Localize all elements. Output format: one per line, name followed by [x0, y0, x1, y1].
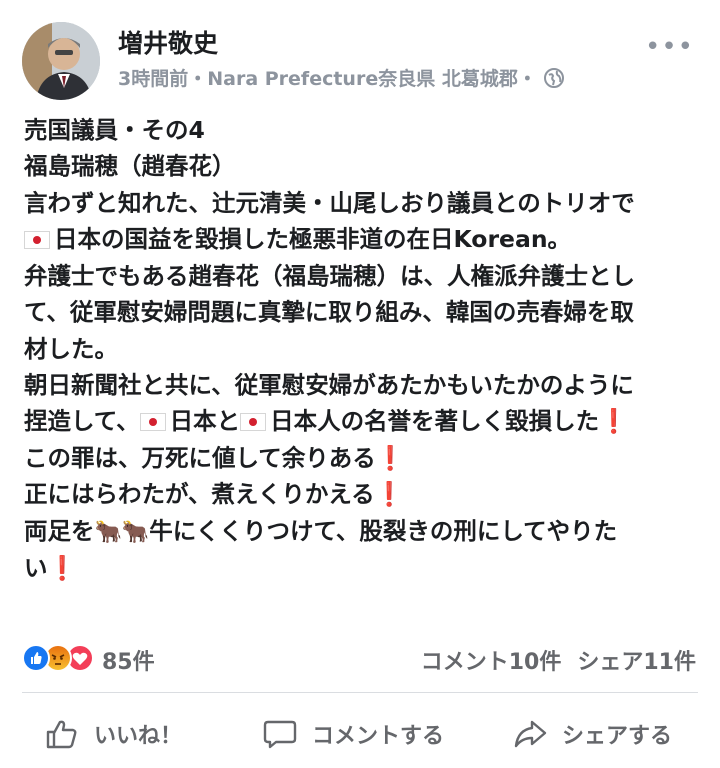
thumbs-up-icon	[46, 720, 77, 749]
post-header: 増井敬史 3時間前・Nara Prefecture奈良県 北葛城郡・ •••	[22, 18, 698, 100]
like-button-label: いいね！	[94, 724, 183, 749]
exclamation-icon: ❗	[375, 443, 406, 472]
text-line: 両足を🐂🐂牛にくくりつけて、股裂きの刑にしてやりた	[24, 513, 700, 550]
more-options-button[interactable]: •••	[645, 32, 694, 62]
text-line: 材した。	[24, 334, 118, 363]
text-line: 朝日新聞社と共に、従軍慰安婦があたかもいたかのように	[24, 370, 634, 399]
post-timestamp-location[interactable]: 3時間前・Nara Prefecture奈良県 北葛城郡・	[118, 68, 537, 90]
globe-icon	[543, 67, 565, 94]
text-line: 弁護士でもある趙春花（福島瑞穂）は、人権派弁護士とし	[24, 261, 635, 290]
comment-button-label: コメントする	[312, 724, 445, 749]
author-avatar[interactable]	[22, 22, 100, 100]
ox-icon: 🐂🐂	[94, 519, 150, 545]
share-button[interactable]: シェアする	[512, 716, 672, 752]
text-line: 福島瑞穂（趙春花）	[24, 152, 236, 181]
text-line: い❗	[24, 553, 77, 582]
text-line: 正にはらわたが、煮えくりかえる❗	[24, 480, 404, 509]
japan-flag-icon	[240, 413, 267, 432]
author-name[interactable]: 増井敬史	[118, 24, 218, 60]
action-bar: いいね！ コメントする シェアする	[0, 708, 720, 764]
post-text: 売国議員・その4 福島瑞穂（趙春花） 言わずと知れた、辻元清美・山尾しおり議員と…	[24, 112, 700, 586]
like-button[interactable]: いいね！	[44, 716, 182, 752]
exclamation-icon: ❗	[599, 407, 629, 436]
like-reaction-icon	[22, 644, 50, 672]
comment-button[interactable]: コメントする	[262, 716, 444, 752]
text-line: て、従軍慰安婦問題に真摯に取り組み、韓国の売春婦を取	[24, 298, 634, 327]
japan-flag-icon	[24, 231, 50, 250]
share-arrow-icon	[514, 720, 547, 748]
text-line: この罪は、万死に値して余りある❗	[24, 443, 406, 472]
share-button-label: シェアする	[562, 724, 673, 749]
text-line: 日本の国益を毀損した極悪非道の在日Korean。	[24, 221, 700, 257]
text-line: 言わずと知れた、辻元清美・山尾しおり議員とのトリオで	[24, 188, 635, 217]
text-line: 売国議員・その4	[24, 116, 205, 144]
exclamation-icon: ❗	[47, 553, 77, 582]
comment-icon	[263, 720, 297, 749]
share-count[interactable]: シェア11件	[577, 650, 696, 675]
exclamation-icon: ❗	[374, 480, 404, 509]
reaction-count[interactable]: 85件	[102, 644, 155, 676]
japan-flag-icon	[139, 413, 166, 432]
divider	[22, 692, 698, 693]
post-meta: 3時間前・Nara Prefecture奈良県 北葛城郡・	[118, 64, 565, 94]
text-line: 捏造して、 日本と 日本人の名誉を著しく毀損した❗	[24, 407, 629, 436]
comment-count[interactable]: コメント10件	[421, 650, 562, 675]
engagement-stats: コメント10件 シェア11件	[421, 644, 696, 676]
